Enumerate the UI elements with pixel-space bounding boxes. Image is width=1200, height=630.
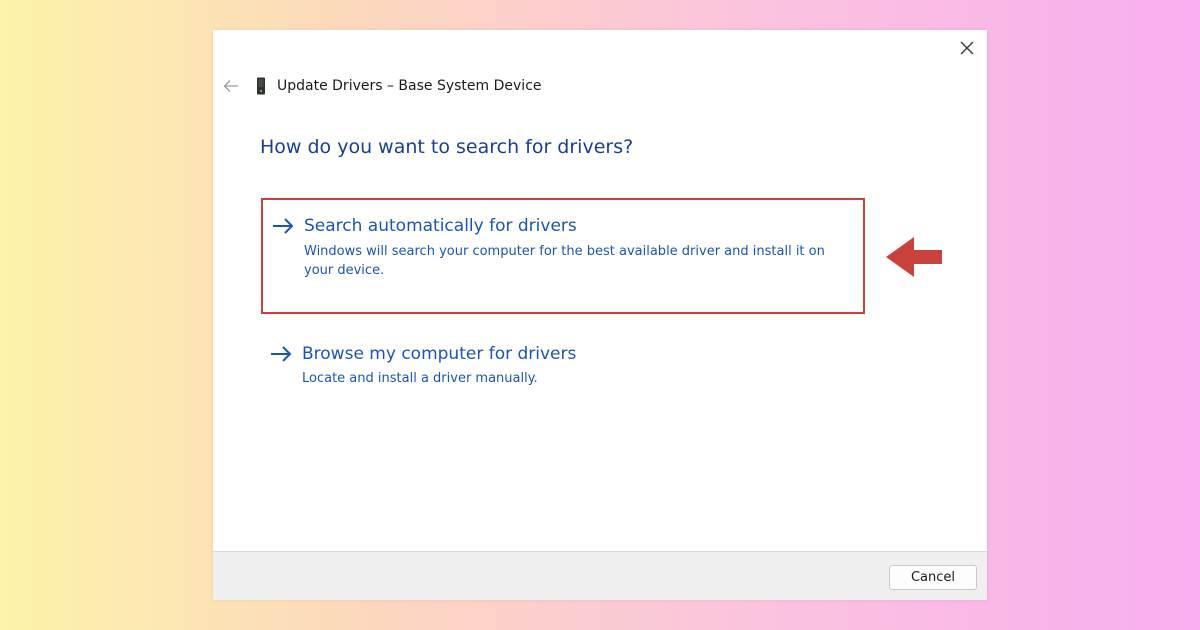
dialog-title: Update Drivers – Base System Device: [277, 78, 542, 94]
arrow-right-icon: [273, 218, 294, 234]
dialog-heading: How do you want to search for drivers?: [260, 136, 634, 158]
browse-computer-option[interactable]: Browse my computer for drivers Locate an…: [261, 336, 865, 406]
search-automatically-option[interactable]: Search automatically for drivers Windows…: [261, 198, 865, 314]
update-drivers-dialog: Update Drivers – Base System Device How …: [213, 30, 987, 600]
dialog-header: Update Drivers – Base System Device: [221, 74, 542, 98]
dialog-footer: Cancel: [213, 551, 987, 600]
close-button[interactable]: [953, 36, 981, 60]
left-arrow-pointer: [886, 237, 942, 277]
option-description: Windows will search your computer for th…: [304, 244, 825, 278]
back-arrow-icon: [223, 80, 238, 92]
back-button[interactable]: [221, 76, 241, 96]
option-title: Browse my computer for drivers: [302, 344, 577, 364]
device-icon: [255, 77, 267, 95]
cancel-button[interactable]: Cancel: [889, 565, 977, 590]
close-icon: [960, 41, 974, 55]
option-description: Locate and install a driver manually.: [302, 371, 538, 386]
option-title: Search automatically for drivers: [304, 216, 577, 236]
arrow-right-icon: [271, 346, 292, 362]
